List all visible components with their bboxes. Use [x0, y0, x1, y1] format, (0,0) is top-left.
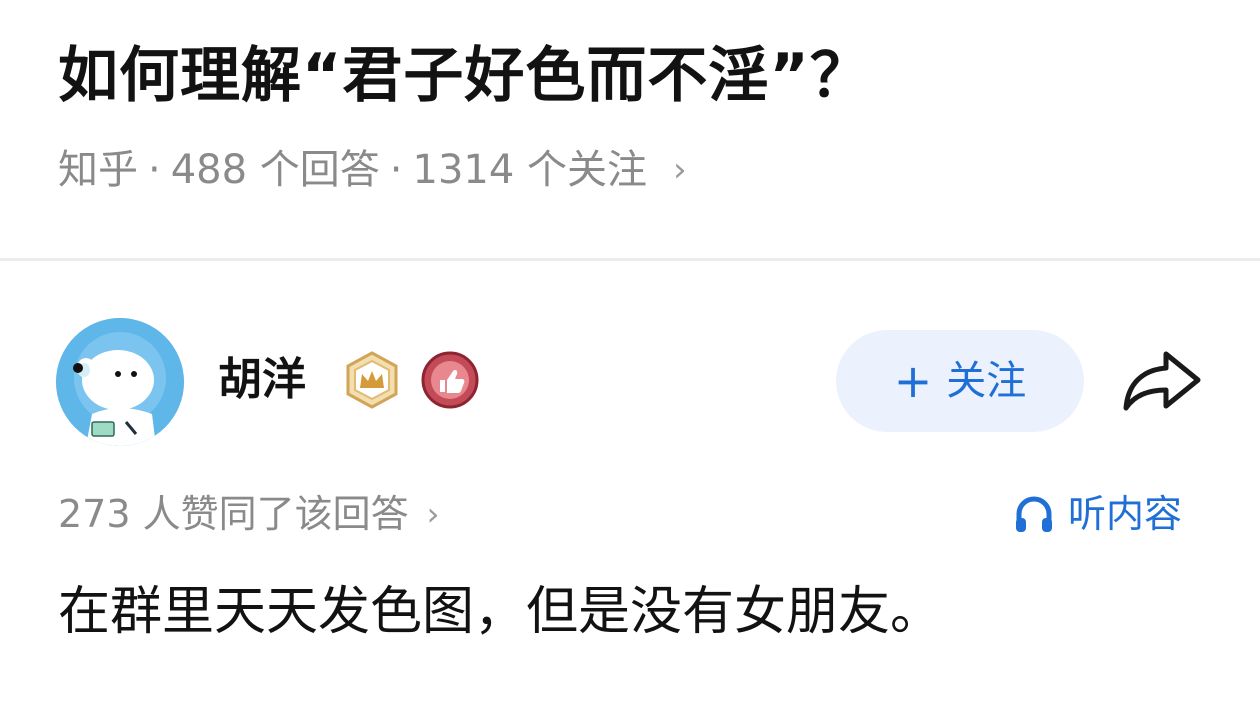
headphones-icon: [1016, 496, 1052, 532]
polar-bear-astronaut-avatar: [56, 318, 184, 446]
meta-separator: ·: [389, 147, 403, 193]
crown-badge-icon[interactable]: [342, 350, 402, 410]
answer-page: 如何理解“君子好色而不淫”？ 知乎 · 488 个回答 · 1314 个关注 ›…: [0, 0, 1260, 712]
vote-count-text: 273 人赞同了该回答: [58, 492, 409, 536]
chevron-right-icon: ›: [426, 495, 440, 533]
listen-button[interactable]: 听内容: [1012, 486, 1182, 542]
listen-label: 听内容: [1068, 492, 1183, 536]
answer-count: 488 个回答: [170, 147, 380, 193]
follow-label: 关注: [946, 358, 1027, 404]
vote-summary[interactable]: 273 人赞同了该回答 ›: [58, 486, 439, 542]
question-meta[interactable]: 知乎 · 488 个回答 · 1314 个关注 ›: [58, 140, 687, 200]
question-title[interactable]: 如何理解“君子好色而不淫”？: [58, 38, 871, 114]
meta-separator: ·: [148, 147, 161, 193]
section-divider: [0, 258, 1260, 261]
answer-content[interactable]: 在群里天天发色图，但是没有女朋友。: [58, 576, 942, 648]
avatar[interactable]: [56, 318, 184, 446]
author-name[interactable]: 胡洋: [218, 350, 306, 410]
thumbs-up-badge-icon[interactable]: [420, 350, 480, 410]
follow-button[interactable]: + 关注: [836, 330, 1084, 432]
chevron-right-icon: ›: [673, 150, 687, 190]
follower-count: 1314 个关注: [412, 147, 648, 193]
plus-icon: +: [893, 354, 933, 408]
source-label: 知乎: [58, 147, 138, 193]
share-arrow-icon[interactable]: [1120, 346, 1204, 414]
